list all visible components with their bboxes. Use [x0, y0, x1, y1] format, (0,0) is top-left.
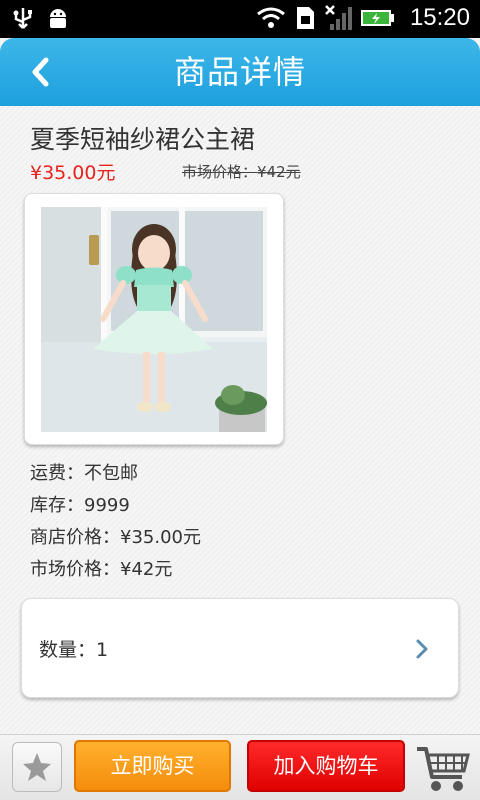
- no-signal-icon: [325, 5, 352, 30]
- market-price-info: 市场价格：¥42元: [30, 559, 173, 580]
- back-button[interactable]: [18, 50, 66, 94]
- product-info-list: 运费：不包邮 库存：9999 商店价格：¥35.00元 市场价格：¥42元: [30, 458, 201, 586]
- wifi-icon: [257, 7, 285, 28]
- usb-icon: [13, 8, 32, 29]
- product-image-card[interactable]: [24, 193, 284, 445]
- favorite-button[interactable]: [12, 742, 62, 792]
- buy-now-button[interactable]: 立即购买: [74, 740, 231, 792]
- status-bar: 15:20: [0, 0, 480, 38]
- product-photo[interactable]: [41, 207, 267, 432]
- quantity-label: 数量：1: [39, 639, 109, 661]
- stock-info: 库存：9999: [30, 495, 130, 516]
- star-icon: [23, 753, 51, 781]
- shipping-info: 运费：不包邮: [30, 463, 138, 484]
- price-row: ¥35.00元 市场价格：¥42元: [30, 158, 450, 184]
- shopping-cart-icon: [417, 747, 470, 791]
- market-price-struck: 市场价格：¥42元: [182, 163, 301, 181]
- quantity-selector[interactable]: 数量：1: [21, 598, 459, 698]
- header: 商品详情: [0, 38, 480, 106]
- product-price: ¥35.00元: [30, 162, 116, 184]
- bottom-toolbar: 立即购买 加入购物车: [0, 734, 480, 800]
- chevron-right-icon: [416, 639, 428, 659]
- add-to-cart-button[interactable]: 加入购物车: [247, 740, 405, 792]
- android-debug-icon: [50, 9, 66, 28]
- shopping-cart-button[interactable]: [414, 741, 472, 795]
- product-detail: 夏季短袖纱裙公主裙 ¥35.00元 市场价格：¥42元 运费：不包邮 库存：99…: [0, 106, 480, 734]
- store-price-info: 商店价格：¥35.00元: [30, 527, 201, 548]
- product-name: 夏季短袖纱裙公主裙: [30, 125, 256, 154]
- page-title: 商品详情: [173, 53, 306, 91]
- sim-card-icon: [296, 7, 314, 29]
- clock: 15:20: [409, 4, 470, 31]
- battery-charging-icon: [360, 10, 394, 26]
- back-arrow-icon: [32, 57, 49, 87]
